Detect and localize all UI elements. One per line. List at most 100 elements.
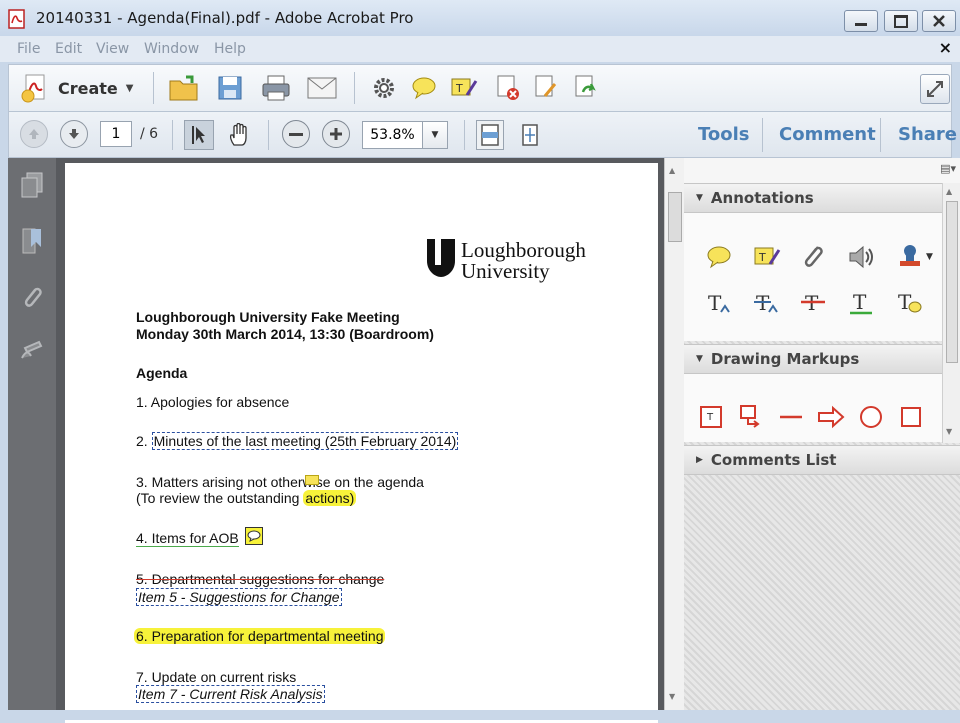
line-button[interactable] [774,400,808,434]
sticky-note-button[interactable] [702,240,736,274]
tools-pane-link[interactable]: Tools [698,124,750,145]
replace-text-button[interactable]: T [750,286,784,320]
minimize-icon [855,22,867,26]
note-marker-icon[interactable] [305,475,319,485]
fullscreen-button[interactable] [920,74,950,104]
hand-tool-button[interactable] [224,120,254,150]
add-note-to-text-button[interactable]: T [892,286,926,320]
speaker-icon [849,245,873,269]
pane-options-icon[interactable]: ▤▾ [940,162,956,175]
annotations-header[interactable]: ▼ Annotations [684,183,942,213]
add-comment-button[interactable] [406,70,442,106]
window-bottom-edge [0,710,960,720]
text-box-comment[interactable]: Minutes of the last meeting (25th Februa… [151,432,459,450]
previous-page-button[interactable] [20,120,48,148]
export-icon [575,75,596,97]
agenda-item-6-highlight[interactable]: 6. Preparation for departmental meeting [134,628,386,644]
rectangle-button[interactable] [894,400,928,434]
window-close-button[interactable] [922,10,956,32]
paperclip-icon [24,287,42,307]
hand-icon [229,123,247,146]
save-icon [218,76,242,100]
zoom-in-button[interactable] [322,120,350,148]
select-tool-button[interactable] [184,120,214,150]
comment-pane-link[interactable]: Comment [779,124,876,145]
open-button[interactable] [166,70,202,106]
meeting-title: Loughborough University Fake Meeting [136,309,400,325]
agenda-item-4[interactable]: 4. Items for AOB [136,530,239,547]
menu-view[interactable]: View [96,41,129,57]
restore-icon [894,14,908,28]
create-button[interactable]: Create ▼ [20,72,133,104]
chevron-down-icon[interactable]: ▼ [422,122,447,148]
text-edit-button[interactable]: T [446,70,482,106]
page-number-input[interactable] [100,121,132,147]
paperclip-icon [804,246,823,267]
insert-text-button[interactable]: T [702,286,736,320]
pdf-page: Loughborough University Loughborough Uni… [65,163,658,723]
callout-button[interactable] [734,400,768,434]
signatures-button[interactable] [14,334,50,368]
panel-scrollbar[interactable]: ▲ ▼ [942,183,960,443]
edit-document-button[interactable] [528,70,564,106]
create-label: Create [58,78,118,98]
document-scrollbar[interactable]: ▲ ▼ [664,158,684,710]
window-title: 20140331 - Agenda(Final).pdf - Adobe Acr… [36,9,414,27]
fit-width-button[interactable] [516,120,544,150]
save-button[interactable] [212,70,248,106]
add-stamp-button[interactable]: ▼ [892,240,938,274]
text-note-icon: T [898,290,922,314]
meeting-date: Monday 30th March 2014, 13:30 (Boardroom… [136,326,434,342]
oval-button[interactable] [854,400,888,434]
zoom-dropdown[interactable]: 53.8% ▼ [362,121,448,149]
export-button[interactable] [568,70,604,106]
share-pane-link[interactable]: Share [898,124,957,145]
bookmarks-button[interactable] [14,224,50,258]
comments-list-header[interactable]: ▶ Comments List [684,445,960,475]
item-number: 2. [136,433,152,449]
highlight-annotation[interactable]: actions) [303,490,357,506]
print-button[interactable] [258,70,294,106]
settings-button[interactable] [366,70,402,106]
zoom-value: 53.8% [370,127,415,143]
next-page-button[interactable] [60,120,88,148]
scroll-up-icon[interactable]: ▲ [946,187,952,196]
text-box-comment[interactable]: Item 5 - Suggestions for Change [136,588,342,606]
strikethrough-button[interactable]: T [796,286,830,320]
attachments-button[interactable] [14,280,50,314]
delete-pages-button[interactable] [490,70,526,106]
menu-file[interactable]: File [17,41,40,57]
highlight-text-button[interactable]: T [750,240,784,274]
scroll-down-icon[interactable]: ▼ [946,427,952,436]
svg-text:T: T [758,251,766,264]
zoom-out-button[interactable] [282,120,310,148]
document-close-button[interactable]: × [939,38,952,57]
record-audio-button[interactable] [844,240,878,274]
page-thumbnails-button[interactable] [14,168,50,202]
scroll-up-icon[interactable]: ▲ [669,166,675,175]
scroll-thumb[interactable] [946,201,958,363]
menu-help[interactable]: Help [214,41,246,57]
scroll-down-icon[interactable]: ▼ [669,692,675,701]
restore-button[interactable] [884,10,918,32]
toolbar-separator [268,120,269,150]
email-button[interactable] [304,70,340,106]
scroll-thumb[interactable] [668,192,682,242]
text-box-button[interactable]: T [694,400,728,434]
agenda-item-5-strikethrough[interactable]: 5. Departmental suggestions for change [136,571,384,587]
drawing-markups-header[interactable]: ▼ Drawing Markups [684,344,942,374]
underline-button[interactable]: T [844,286,878,320]
svg-text:T: T [706,412,714,423]
attach-file-button[interactable] [796,240,830,274]
fit-page-button[interactable] [476,120,504,150]
menu-edit[interactable]: Edit [55,41,82,57]
minimize-button[interactable] [844,10,878,32]
menu-window[interactable]: Window [144,41,199,57]
arrow-button[interactable] [814,400,848,434]
email-icon [307,77,337,99]
pane-separator [880,118,881,152]
text-box-comment[interactable]: Item 7 - Current Risk Analysis [136,685,325,703]
toolbar-separator [354,72,355,104]
minus-icon [289,132,303,136]
comment-icon[interactable] [245,527,263,545]
